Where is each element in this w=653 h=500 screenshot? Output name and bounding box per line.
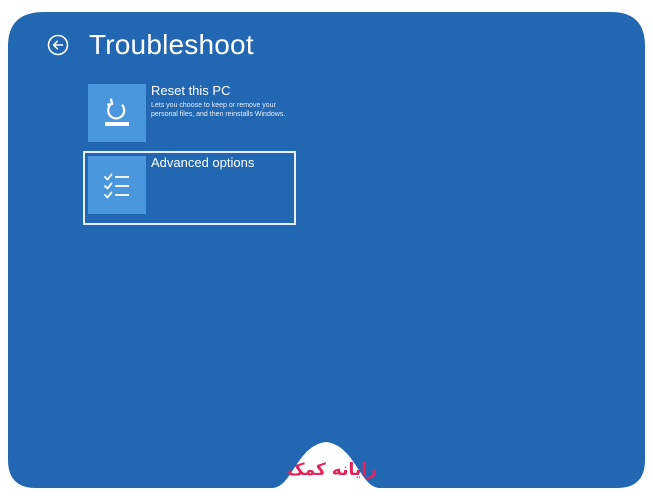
reset-option-description: Lets you choose to keep or remove your p… — [151, 102, 286, 118]
back-button[interactable] — [46, 33, 70, 57]
watermark-logo: رایانه کمک — [287, 460, 377, 480]
advanced-options-option[interactable]: Advanced options — [83, 151, 296, 225]
blue-background — [8, 12, 645, 488]
reset-option-title: Reset this PC — [151, 83, 231, 98]
reset-this-pc-option[interactable]: Reset this PC Lets you choose to keep or… — [88, 83, 291, 142]
reset-pc-tile — [88, 84, 146, 142]
reset-option-text: Reset this PC Lets you choose to keep or… — [151, 83, 291, 119]
back-arrow-circle-icon — [47, 34, 69, 56]
advanced-option-text: Advanced options — [151, 155, 255, 170]
advanced-option-title: Advanced options — [151, 155, 255, 170]
reset-pc-icon — [105, 98, 129, 126]
header: Troubleshoot — [46, 28, 254, 62]
advanced-options-tile — [88, 156, 146, 214]
checklist-icon — [104, 173, 129, 199]
troubleshoot-screen: Troubleshoot Reset this PC Lets you choo… — [0, 0, 653, 500]
page-title: Troubleshoot — [89, 29, 254, 60]
